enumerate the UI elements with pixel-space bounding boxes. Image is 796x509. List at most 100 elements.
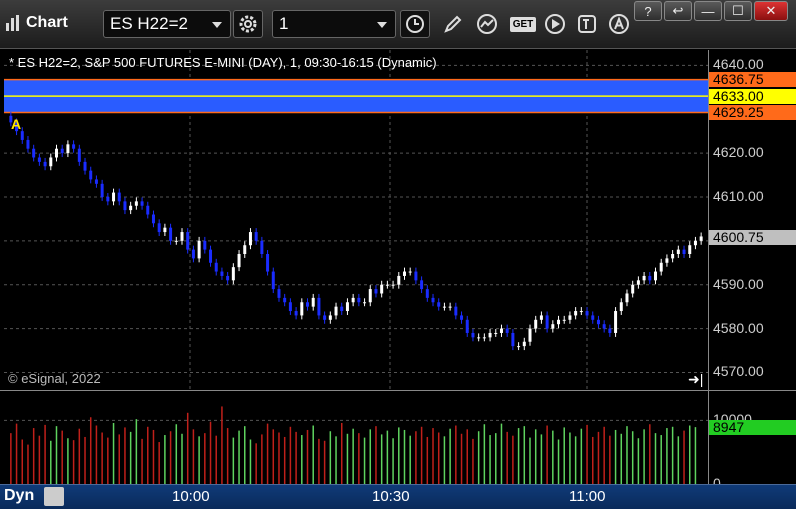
play-button[interactable] <box>540 10 570 38</box>
candle-body <box>385 284 389 286</box>
candle-body <box>129 205 133 211</box>
volume-bar <box>369 429 372 484</box>
time-tick-label: 11:00 <box>569 488 606 505</box>
text-tool-button[interactable] <box>572 10 602 38</box>
volume-bar <box>609 435 611 484</box>
price-axis[interactable]: 4640.004620.004610.004600.004590.004580.… <box>708 50 796 390</box>
maximize-button[interactable]: ☐ <box>724 1 752 21</box>
candle-body <box>231 267 235 281</box>
symbol-combo[interactable]: ES H22=2 <box>103 10 231 38</box>
volume-bar <box>55 426 58 484</box>
candle-body <box>323 315 327 320</box>
volume-bar <box>375 426 377 484</box>
candle-body <box>374 289 378 294</box>
candle-body <box>408 271 412 273</box>
price-tick-label: 4610.00 <box>713 187 764 204</box>
candle-body <box>83 161 87 171</box>
get-icon: GET <box>509 16 537 32</box>
help-button[interactable]: ? <box>634 1 662 21</box>
candle-body <box>60 148 64 154</box>
clock-icon <box>406 15 424 33</box>
volume-bar <box>232 437 235 484</box>
volume-bar <box>95 425 98 484</box>
volume-bar <box>671 426 674 484</box>
alert-button[interactable] <box>604 10 634 38</box>
candle-body <box>380 284 384 294</box>
alert-icon <box>609 14 629 34</box>
minimize-button[interactable]: — <box>694 1 722 21</box>
volume-bar <box>620 433 623 484</box>
volume-bar <box>89 417 92 484</box>
candle-body <box>43 161 47 167</box>
volume-bar <box>44 424 46 484</box>
candle-body <box>328 315 332 320</box>
candle-body <box>237 254 241 268</box>
candle-body <box>648 275 652 281</box>
volume-bar <box>380 434 383 484</box>
candle-body <box>209 249 213 263</box>
restore-button[interactable]: ↩ <box>664 1 692 21</box>
candle-body <box>254 232 258 241</box>
chevron-down-icon[interactable] <box>377 22 387 28</box>
volume-bar <box>301 435 303 484</box>
volume-bar <box>244 426 246 484</box>
candle-body <box>425 289 429 298</box>
lock-icon[interactable] <box>44 487 64 506</box>
volume-bar <box>158 442 160 484</box>
volume-bar <box>27 444 29 484</box>
volume-bar <box>209 421 212 484</box>
price-panel[interactable] <box>4 50 708 390</box>
volume-bar <box>403 429 406 484</box>
candle-body <box>693 240 697 246</box>
volume-bar <box>112 422 115 484</box>
candle-body <box>37 157 41 162</box>
candle-body <box>203 240 207 250</box>
time-mode-label[interactable]: Dyn <box>4 487 34 505</box>
volume-bar <box>546 425 548 484</box>
volume-bar <box>694 427 697 484</box>
price-badge-lower: 4629.25 <box>709 105 796 121</box>
chevron-down-icon[interactable] <box>212 22 222 28</box>
settings-button[interactable] <box>233 10 263 38</box>
candle-body <box>676 249 680 254</box>
volume-bar <box>477 431 480 484</box>
volume-bar <box>523 426 526 484</box>
volume-bar <box>649 424 651 484</box>
interval-combo[interactable]: 1 <box>272 10 396 38</box>
candle-body <box>311 297 315 307</box>
volume-bar <box>563 427 565 484</box>
volume-panel[interactable] <box>4 391 708 484</box>
draw-button[interactable] <box>438 10 468 38</box>
goto-end-icon[interactable]: ➜| <box>688 371 703 388</box>
close-button[interactable]: ✕ <box>754 1 788 21</box>
candle-body <box>357 297 361 303</box>
volume-bar <box>78 428 81 484</box>
study-button[interactable] <box>472 10 502 38</box>
candle-body <box>220 271 224 276</box>
volume-bar <box>306 429 309 484</box>
volume-bar <box>215 435 217 484</box>
volume-bar <box>643 429 645 484</box>
candle-body <box>345 302 349 312</box>
volume-bar <box>683 430 685 484</box>
volume-bar <box>164 435 166 484</box>
volume-bar <box>574 436 577 484</box>
volume-axis[interactable]: 1000008947 <box>708 391 796 491</box>
volume-bar <box>312 425 314 484</box>
time-tick-label: 10:30 <box>372 488 410 505</box>
volume-bar <box>272 429 275 484</box>
volume-bar <box>141 438 143 484</box>
volume-bar <box>295 431 297 484</box>
volume-bar <box>129 431 132 484</box>
volume-bar <box>432 428 434 484</box>
candle-body <box>226 275 230 281</box>
get-button[interactable]: GET <box>506 10 540 38</box>
candle-body <box>72 144 76 149</box>
time-button[interactable] <box>400 10 430 38</box>
volume-bar <box>318 438 320 484</box>
candle-body <box>277 289 281 298</box>
volume-bar <box>61 430 63 484</box>
volume-bar <box>283 436 286 484</box>
time-axis[interactable]: Dyn 10:00 10:30 11:00 <box>0 484 796 509</box>
volume-bar <box>101 432 103 484</box>
